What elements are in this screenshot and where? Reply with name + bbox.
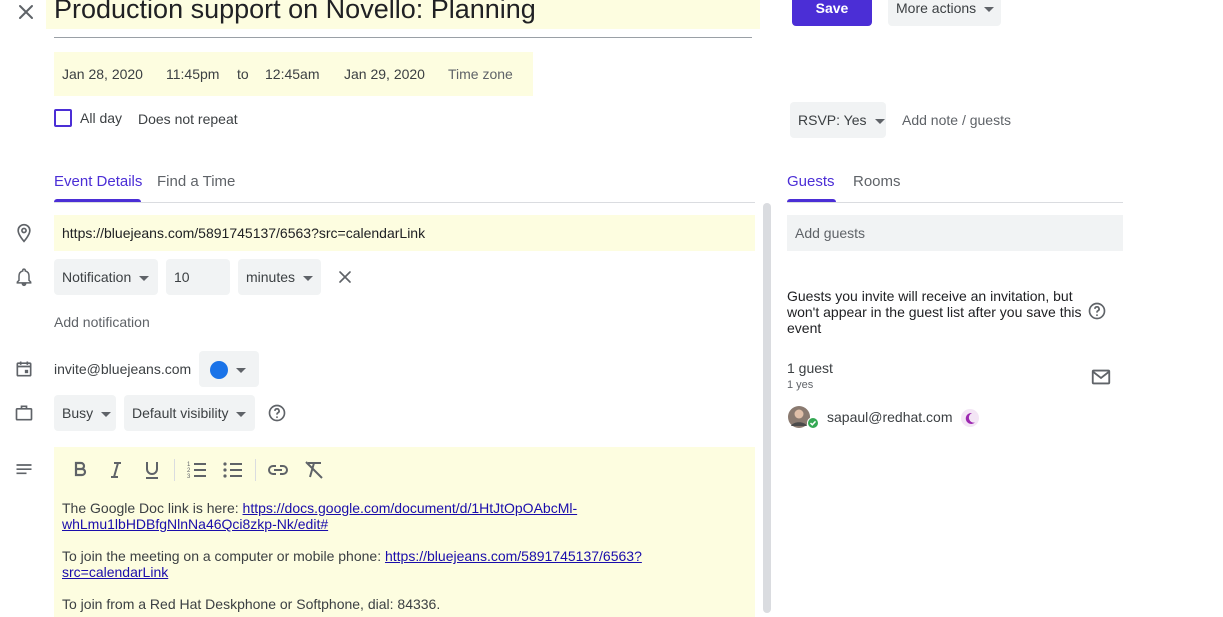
link-icon[interactable] [266, 458, 290, 482]
notification-unit-select[interactable]: minutes [238, 259, 321, 295]
all-day-label: All day [80, 110, 123, 126]
tab-event-details[interactable]: Event Details [54, 173, 142, 190]
calendar-icon [14, 359, 34, 379]
more-actions-button[interactable]: More actions [888, 0, 1001, 26]
guest-info-note: Guests you invite will receive an invita… [787, 288, 1082, 336]
guest-count: 1 guest [787, 360, 833, 376]
tab-divider [787, 202, 1123, 203]
title-underline [54, 37, 752, 38]
bell-icon [14, 267, 34, 287]
moon-icon [960, 408, 980, 428]
close-icon[interactable] [14, 0, 38, 24]
timezone-button[interactable]: Time zone [448, 66, 513, 82]
calendar-name: invite@bluejeans.com [54, 361, 192, 377]
svg-text:3: 3 [187, 474, 191, 480]
chevron-down-icon [139, 275, 150, 281]
chevron-down-icon [236, 411, 247, 417]
color-dot [210, 361, 228, 380]
clear-formatting-icon[interactable] [302, 458, 326, 482]
remove-notification-icon[interactable] [335, 267, 355, 287]
description-editor[interactable]: 123 The Google Doc link is here: https:/… [54, 447, 755, 617]
email-guests-icon[interactable] [1090, 366, 1112, 388]
guest-avatar [788, 405, 822, 431]
description-line-1: The Google Doc link is here: https://doc… [62, 500, 662, 532]
repeat-select[interactable]: Does not repeat [138, 111, 238, 127]
visibility-label: Default visibility [132, 405, 229, 421]
more-actions-label: More actions [896, 0, 977, 16]
rsvp-select[interactable]: RSVP: Yes [790, 102, 886, 138]
busy-label: Busy [62, 405, 94, 421]
tab-guests[interactable]: Guests [787, 173, 835, 190]
add-notification-button[interactable]: Add notification [54, 314, 150, 330]
busy-select[interactable]: Busy [54, 395, 116, 431]
tab-divider [54, 202, 755, 203]
calendar-color-select[interactable] [199, 351, 259, 387]
add-guests-input[interactable]: Add guests [787, 215, 1123, 251]
add-note-button[interactable]: Add note / guests [902, 112, 1011, 128]
start-time[interactable]: 11:45pm [166, 66, 219, 82]
notification-type-label: Notification [62, 269, 132, 285]
description-line-2: To join the meeting on a computer or mob… [62, 548, 662, 580]
chevron-down-icon [874, 118, 885, 124]
notification-type-select[interactable]: Notification [54, 259, 158, 295]
toolbar-divider [255, 459, 256, 481]
to-label: to [237, 66, 249, 82]
doc-link-prefix: The Google Doc link is here: [62, 500, 243, 516]
event-title: Production support on Novello: Planning [54, 0, 536, 24]
scrollbar[interactable] [763, 203, 771, 613]
bold-icon[interactable] [68, 458, 92, 482]
guest-email: sapaul@redhat.com [827, 409, 953, 425]
chevron-down-icon [984, 6, 995, 12]
briefcase-icon [14, 403, 34, 423]
chevron-down-icon [236, 367, 246, 373]
notification-unit-label: minutes [246, 269, 296, 285]
guest-yes-count: 1 yes [787, 379, 814, 391]
chevron-down-icon [101, 411, 112, 417]
start-date[interactable]: Jan 28, 2020 [62, 66, 143, 82]
rsvp-label: RSVP: Yes [798, 112, 867, 128]
save-button[interactable]: Save [792, 0, 872, 26]
tab-find-a-time[interactable]: Find a Time [157, 173, 235, 190]
bulleted-list-icon[interactable] [221, 458, 245, 482]
visibility-select[interactable]: Default visibility [124, 395, 255, 431]
location-pin-icon [14, 223, 34, 243]
chevron-down-icon [303, 275, 314, 281]
notification-value-input[interactable]: 10 [166, 259, 230, 295]
end-time[interactable]: 12:45am [265, 66, 319, 82]
meeting-link-prefix: To join the meeting on a computer or mob… [62, 548, 385, 564]
date-time-row: Jan 28, 2020 11:45pm to 12:45am Jan 29, … [54, 52, 533, 96]
tab-rooms[interactable]: Rooms [853, 173, 901, 190]
help-icon[interactable] [267, 403, 287, 423]
all-day-checkbox[interactable] [54, 109, 72, 127]
underline-icon[interactable] [140, 458, 164, 482]
location-input[interactable]: https://bluejeans.com/5891745137/6563?sr… [54, 215, 755, 251]
description-icon [14, 460, 34, 480]
end-date[interactable]: Jan 29, 2020 [344, 66, 425, 82]
help-icon[interactable] [1087, 301, 1107, 321]
italic-icon[interactable] [104, 458, 128, 482]
toolbar-divider [174, 459, 175, 481]
numbered-list-icon[interactable]: 123 [185, 458, 209, 482]
description-line-3: To join from a Red Hat Deskphone or Soft… [62, 596, 441, 612]
